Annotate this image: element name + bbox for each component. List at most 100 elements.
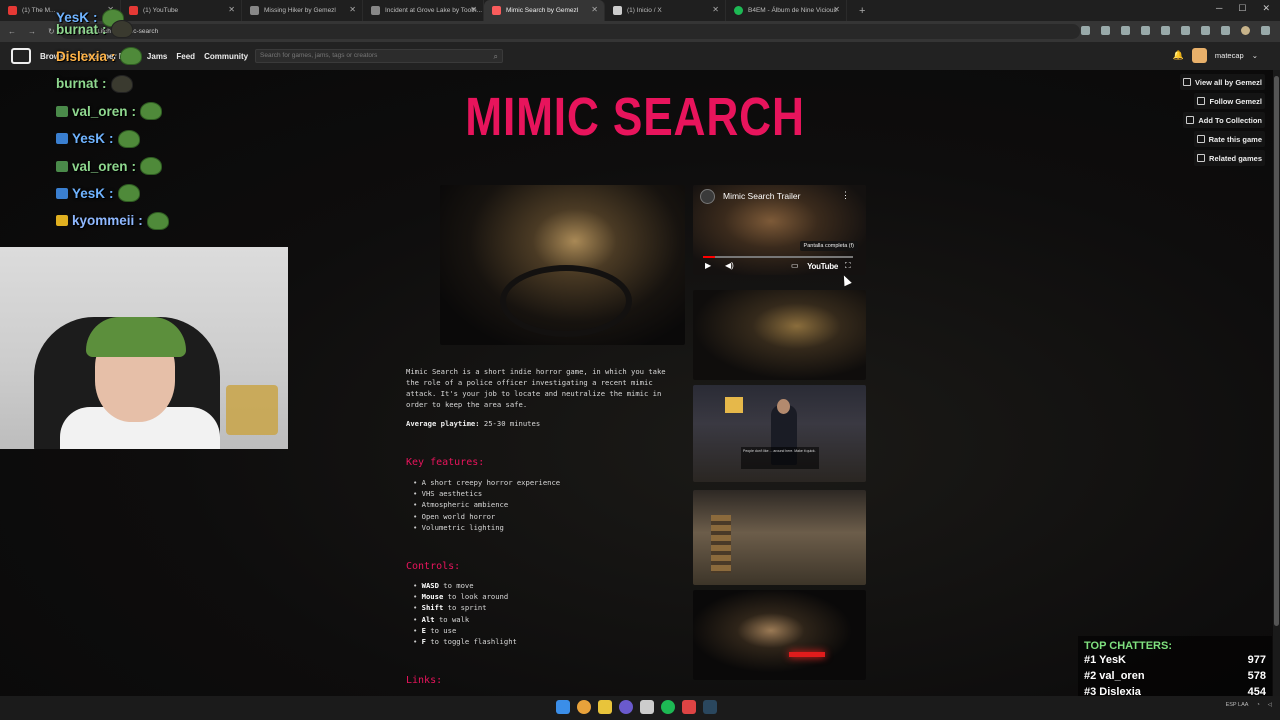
extension-icon[interactable] — [1081, 26, 1090, 35]
list-item: Alt to walk — [413, 614, 517, 625]
chat-username: burnat — [56, 21, 98, 37]
chat-message: val_oren: — [56, 152, 276, 179]
chatter-count: 977 — [1247, 654, 1266, 666]
steam-icon[interactable] — [703, 700, 717, 714]
close-tab-icon[interactable]: ✕ — [712, 5, 719, 14]
list-item: WASD to move — [413, 580, 517, 591]
control-key: Alt — [421, 614, 435, 624]
tab-label: (1) The M... — [22, 7, 56, 14]
chrome-icon[interactable] — [577, 700, 591, 714]
extension-icon[interactable] — [1201, 26, 1210, 35]
close-window-icon[interactable]: ✕ — [1262, 3, 1270, 14]
tab-label: Incident at Grove Lake by Tooth... — [385, 7, 483, 14]
volume-icon[interactable]: ◁ — [1268, 702, 1272, 708]
spotify-icon[interactable] — [661, 700, 675, 714]
new-tab-button[interactable]: + — [859, 5, 865, 17]
avatar[interactable] — [1191, 48, 1207, 63]
tail-lights — [789, 652, 825, 657]
frog-emote-icon — [146, 211, 169, 230]
frog-emote-icon — [117, 129, 140, 148]
follow-user-icon — [1197, 97, 1206, 105]
itch-logo-icon[interactable] — [11, 48, 31, 64]
download-icon[interactable] — [1221, 26, 1230, 35]
browser-tab-active[interactable]: Mimic Search by Gemezl ✕ — [484, 0, 605, 21]
chatter-rank: #2 val_oren — [1084, 670, 1145, 682]
screenshot-road[interactable] — [693, 290, 866, 380]
file-explorer-icon[interactable] — [598, 700, 612, 714]
bookmark-icon[interactable] — [1121, 26, 1130, 35]
close-tab-icon[interactable]: ✕ — [349, 5, 356, 14]
app-icon[interactable] — [682, 700, 696, 714]
control-key: E — [421, 625, 426, 635]
chat-colon: : — [102, 76, 107, 92]
menu-icon[interactable] — [1261, 26, 1270, 35]
browser-tab[interactable]: (1) Inicio / X ✕ — [605, 0, 726, 21]
related-games-button[interactable]: Related games — [1194, 150, 1265, 166]
add-to-collection-button[interactable]: Add To Collection — [1183, 112, 1265, 128]
close-tab-icon[interactable]: ✕ — [470, 5, 477, 14]
wifi-icon[interactable]: ◔ — [1256, 702, 1259, 708]
extension-icon[interactable] — [1101, 26, 1110, 35]
game-description: Mimic Search is a short indie horror gam… — [406, 367, 666, 409]
chatter-count: 578 — [1247, 670, 1266, 682]
youtube-logo[interactable]: YouTube — [807, 262, 838, 271]
back-icon[interactable]: ← — [8, 27, 16, 36]
chat-colon: : — [131, 103, 137, 119]
page-scrollbar[interactable] — [1273, 70, 1280, 696]
maximize-icon[interactable]: ☐ — [1238, 3, 1246, 14]
trailer-title[interactable]: Mimic Search Trailer — [723, 191, 800, 201]
screenshot-npc[interactable]: People don't like ... around here. Make … — [693, 385, 866, 482]
stream-chat-overlay: YesK: burnat: Dislexia: burnat: val_oren… — [56, 8, 276, 235]
more-options-icon[interactable]: ⋮ — [841, 190, 850, 201]
play-icon[interactable]: ▶ — [705, 261, 711, 270]
screenshot-car-night[interactable] — [693, 590, 866, 680]
obs-icon[interactable] — [619, 700, 633, 714]
chat-username: kyommeii — [72, 213, 135, 229]
profile-avatar[interactable] — [1241, 26, 1250, 35]
windows-start-icon[interactable] — [556, 700, 570, 714]
youtube-trailer-player[interactable]: Mimic Search Trailer ⋮ Pantalla completa… — [693, 185, 866, 275]
nav-buttons: ← → ↻ — [8, 27, 55, 36]
browser-tab[interactable]: B4EM - Álbum de Nine Vicious ✕ — [726, 0, 847, 21]
fullscreen-icon[interactable]: ⛶ — [845, 261, 851, 271]
screenshot-store[interactable] — [693, 490, 866, 585]
extension-icon[interactable] — [1141, 26, 1150, 35]
follow-button[interactable]: Follow Gemezl — [1194, 93, 1265, 109]
bell-icon[interactable]: 🔔 — [1173, 50, 1184, 61]
search-input[interactable]: Search for games, jams, tags or creators… — [255, 49, 503, 63]
playtime-value: 25-30 minutes — [483, 419, 541, 428]
captions-icon[interactable]: ▭ — [791, 261, 799, 270]
x-icon — [613, 6, 622, 15]
top-chatters-heading: TOP CHATTERS: — [1084, 640, 1173, 652]
windows-taskbar: ESP LAA ◔ ◁ — [0, 696, 1280, 720]
game-cover-image — [440, 185, 685, 345]
video-progress-bar[interactable] — [703, 256, 853, 258]
volume-icon[interactable]: ◀) — [725, 261, 734, 270]
frog-emote-icon — [119, 47, 142, 66]
close-tab-icon[interactable]: ✕ — [591, 5, 598, 14]
rate-game-button[interactable]: Rate this game — [1193, 131, 1265, 147]
links-heading: Links: — [406, 675, 443, 686]
channel-avatar[interactable] — [700, 189, 715, 204]
reload-icon[interactable]: ↻ — [48, 27, 55, 36]
search-icon[interactable]: ⌕ — [494, 51, 498, 63]
app-icon[interactable] — [640, 700, 654, 714]
forward-icon[interactable]: → — [28, 27, 36, 36]
chat-message: kyommeii: — [56, 207, 276, 234]
minimize-icon[interactable]: ─ — [1216, 3, 1222, 14]
close-tab-icon[interactable]: ✕ — [833, 5, 840, 14]
view-all-button[interactable]: View all by Gemezl — [1180, 74, 1265, 90]
extension-icon[interactable] — [1161, 26, 1170, 35]
sidebar-icon[interactable] — [1181, 26, 1190, 35]
tray-language[interactable]: ESP LAA — [1226, 702, 1249, 708]
lit-window — [725, 397, 743, 413]
frog-emote-icon — [140, 157, 163, 176]
browser-tab[interactable]: Incident at Grove Lake by Tooth... ✕ — [363, 0, 484, 21]
playtime-label: Average playtime: — [406, 419, 480, 428]
user-menu[interactable]: 🔔 matecap ⌄ — [1173, 48, 1258, 63]
username[interactable]: matecap — [1215, 51, 1244, 60]
chevron-down-icon[interactable]: ⌄ — [1252, 51, 1258, 60]
list-item: Mouse to look around — [413, 591, 517, 602]
scrollbar-thumb[interactable] — [1274, 76, 1279, 626]
frog-emote-icon — [110, 20, 133, 39]
